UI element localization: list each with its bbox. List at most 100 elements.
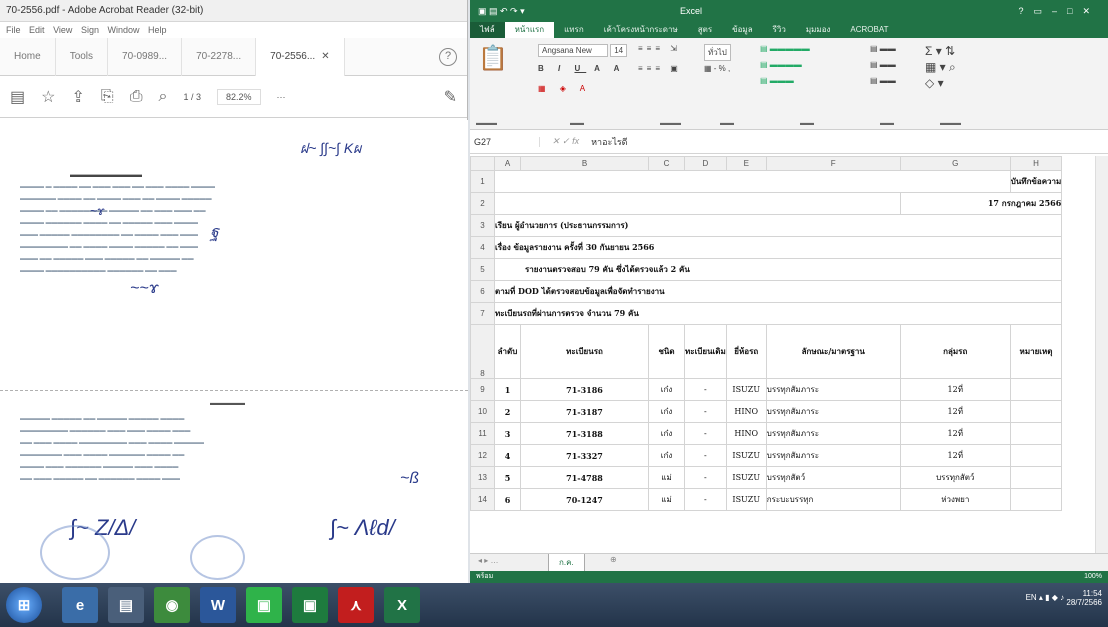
cell-plate[interactable]: 71-3186 <box>520 378 649 401</box>
clock-time[interactable]: 11:54 <box>1066 589 1102 598</box>
format-table-icon[interactable]: ▤ ▬▬▬▬ <box>760 60 802 69</box>
align-buttons[interactable]: ≡≡≡ ⇲ <box>638 44 681 53</box>
cell-brand[interactable]: ISUZU <box>725 466 767 489</box>
menu-sign[interactable]: Sign <box>81 25 99 35</box>
column-header[interactable]: G <box>899 156 1011 171</box>
more-tools-button[interactable]: ··· <box>277 92 286 102</box>
cell-note[interactable] <box>1009 444 1063 467</box>
cell-type[interactable]: เก๋ง <box>648 422 685 445</box>
cell-group[interactable]: 12ที่ <box>899 400 1011 423</box>
cell-no[interactable]: 1 <box>494 378 521 401</box>
cell-note[interactable] <box>1009 378 1063 401</box>
table-header-cell[interactable]: กลุ่มรถ <box>899 324 1011 379</box>
cell-group[interactable]: 12ที่ <box>899 422 1011 445</box>
cell-type[interactable]: เก๋ง <box>648 378 685 401</box>
delete-cells-icon[interactable]: ▤ ▬▬ <box>870 60 896 69</box>
cell-type[interactable]: แม่ <box>648 466 685 489</box>
cell-note[interactable] <box>1009 422 1063 445</box>
ribbon-tab-home[interactable]: หน้าแรก <box>504 22 555 38</box>
cell-plate[interactable]: 71-3187 <box>520 400 649 423</box>
table-header-cell[interactable]: ทะเบียนเดิม <box>684 324 727 379</box>
menu-help[interactable]: Help <box>148 25 167 35</box>
row-header[interactable]: 5 <box>470 258 495 281</box>
font-name-select[interactable]: Angsana New <box>538 44 608 57</box>
menu-window[interactable]: Window <box>107 25 139 35</box>
sheet-tab[interactable]: ก.ค. <box>548 554 585 572</box>
cell-plate[interactable]: 70-1247 <box>520 488 649 511</box>
ie-icon[interactable]: e <box>62 587 98 623</box>
cell-note[interactable] <box>1009 488 1063 511</box>
line-icon[interactable]: ▣ <box>246 587 282 623</box>
share-icon[interactable]: ⇪ <box>71 87 84 107</box>
zoom-select[interactable]: 82.2% <box>216 88 261 105</box>
cell-brand[interactable]: ISUZU <box>725 378 767 401</box>
column-header[interactable]: D <box>684 156 727 171</box>
conditional-format-icon[interactable]: ▤ ▬▬▬▬▬ <box>760 44 810 53</box>
add-sheet-icon[interactable]: ⊕ <box>610 555 617 564</box>
fill-icon[interactable]: ▦ ▾ ⌕ <box>925 60 956 75</box>
table-header-cell[interactable]: หมายเหตุ <box>1009 324 1063 379</box>
cell-no[interactable]: 2 <box>494 400 521 423</box>
table-header-cell[interactable]: ลำดับ <box>494 324 521 379</box>
ribbon-tab-data[interactable]: ข้อมูล <box>722 22 762 38</box>
worksheet-grid[interactable]: A B C D E F G H 1 บันทึกข้อความ 2 17 กรก… <box>470 156 1095 561</box>
cell-type[interactable]: แม่ <box>648 488 685 511</box>
tab-home[interactable]: Home <box>0 37 56 76</box>
print-icon[interactable]: ⎙ <box>130 88 143 106</box>
memo-title[interactable]: บันทึกข้อความ <box>1009 170 1063 193</box>
close-icon[interactable]: ✕ <box>321 51 329 62</box>
memo-body-line[interactable]: ทะเบียนรถที่ผ่านการตรวจ จำนวน 79 คัน <box>493 302 1063 325</box>
cell-old[interactable]: - <box>684 466 727 489</box>
font-color-icon[interactable]: ▦ ◈ A <box>538 84 591 93</box>
cell-no[interactable]: 5 <box>494 466 521 489</box>
ribbon-tab-view[interactable]: มุมมอง <box>796 22 841 38</box>
column-header[interactable]: F <box>765 156 901 171</box>
ribbon-tab-review[interactable]: รีวิว <box>763 22 796 38</box>
cell-old[interactable]: - <box>684 488 727 511</box>
cell-old[interactable]: - <box>684 378 727 401</box>
select-all-corner[interactable] <box>470 156 495 171</box>
row-header[interactable]: 7 <box>470 302 495 325</box>
cell-desc[interactable]: บรรทุกสัตว์ <box>765 466 901 489</box>
acrobat-icon[interactable]: ⋏ <box>338 587 374 623</box>
ribbon-tab-insert[interactable]: แทรก <box>554 22 594 38</box>
cell-type[interactable]: เก๋ง <box>648 400 685 423</box>
cell-plate[interactable]: 71-3188 <box>520 422 649 445</box>
table-header-cell[interactable]: ชนิด <box>648 324 685 379</box>
memo-subject[interactable]: เรื่อง ข้อมูลรายงาน ครั้งที่ 30 กันยายน … <box>493 236 1063 259</box>
row-header[interactable]: 12 <box>470 444 495 467</box>
memo-body-line[interactable]: รายงานตรวจสอบ 79 คัน ซึ่งได้ตรวจแล้ว 2 ค… <box>493 258 1063 281</box>
number-format-select[interactable]: ทั่วไป <box>704 44 731 61</box>
tab-doc-1[interactable]: 70-0989... <box>108 37 183 76</box>
cell-desc[interactable]: บรรทุกสัมภาระ <box>765 444 901 467</box>
table-header-cell[interactable]: ทะเบียนรถ <box>520 324 649 379</box>
cell-group[interactable]: บรรทุกสัตว์ <box>899 466 1011 489</box>
cell-brand[interactable]: HINO <box>725 400 767 423</box>
clock-date[interactable]: 28/7/2566 <box>1066 598 1102 607</box>
cell-note[interactable] <box>1009 400 1063 423</box>
align-buttons-2[interactable]: ≡≡≡ ▣ <box>638 64 682 73</box>
tray-icons[interactable]: ▴ ▮ ◆ ♪ <box>1039 593 1064 602</box>
cell-old[interactable]: - <box>684 400 727 423</box>
help-icon[interactable]: ? <box>439 47 457 66</box>
cell-old[interactable]: - <box>684 444 727 467</box>
name-box[interactable]: G27 <box>470 136 540 147</box>
cell-no[interactable]: 4 <box>494 444 521 467</box>
excel-quick-access[interactable]: ▣ ▤ ↶ ↷ ▾ <box>478 6 525 16</box>
explorer-icon[interactable]: ▤ <box>108 587 144 623</box>
word-icon[interactable]: W <box>200 587 236 623</box>
ribbon-tab-page-layout[interactable]: เค้าโครงหน้ากระดาษ <box>594 22 688 38</box>
font-size-select[interactable]: 14 <box>610 44 628 57</box>
tab-tools[interactable]: Tools <box>56 37 109 76</box>
excel-icon[interactable]: X <box>384 587 420 623</box>
tab-doc-active[interactable]: 70-2556... ✕ <box>256 37 345 76</box>
menu-file[interactable]: File <box>6 25 21 35</box>
fx-icon[interactable]: ✕ ✓ fx <box>540 136 591 147</box>
format-buttons[interactable]: B I U A A <box>538 64 625 73</box>
menu-edit[interactable]: Edit <box>29 25 45 35</box>
ribbon-tab-file[interactable]: ไฟล์ <box>470 22 505 38</box>
row-header[interactable]: 2 <box>470 192 495 215</box>
formula-input[interactable]: หาอะไรดี <box>591 135 627 149</box>
cell-type[interactable]: เก๋ง <box>648 444 685 467</box>
star-icon[interactable]: ☆ <box>41 87 55 107</box>
